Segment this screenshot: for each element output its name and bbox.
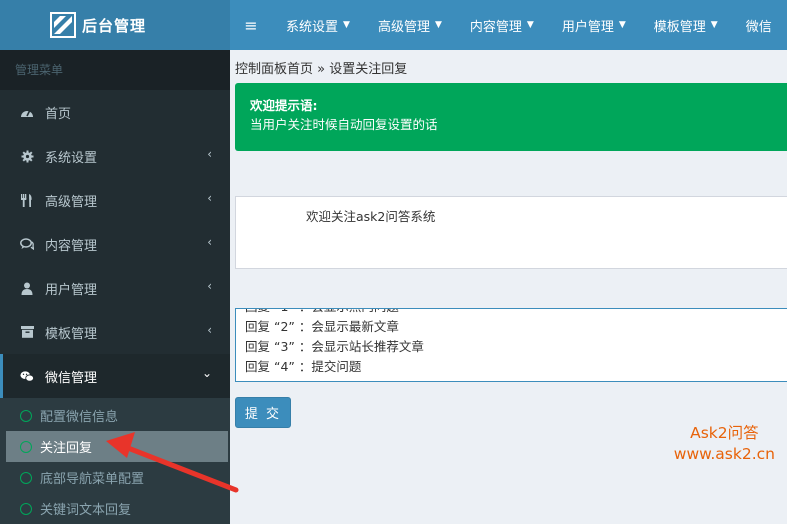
watermark-line1: Ask2问答 <box>690 424 759 442</box>
sidebar-item-label: 用户管理 <box>45 282 98 298</box>
watermark-line2: www.ask2.cn <box>673 445 775 463</box>
nav-label: 高级管理 <box>377 19 430 35</box>
nav-users[interactable]: 用户管理 ▼ <box>548 0 640 50</box>
textarea-content: 回复 “1” ：会显示热门问题 回复 “2” ：会显示最新文章 回复 “3” ：… <box>245 309 785 377</box>
wechat-icon <box>20 370 34 383</box>
sidebar-item-label: 内容管理 <box>45 238 98 254</box>
wechat-submenu: 配置微信信息 关注回复 底部导航菜单配置 关键词文本回复 <box>0 398 230 524</box>
textarea-line: 回复 “3” ：会显示站长推荐文章 <box>245 339 424 354</box>
sidebar-item-content[interactable]: 内容管理 ‹ <box>0 222 230 266</box>
sidebar-toggle-button[interactable]: ≡ <box>230 0 272 50</box>
archive-icon <box>20 326 34 338</box>
submit-button[interactable]: 提 交 <box>235 397 291 428</box>
sidebar-item-label: 首页 <box>45 106 72 122</box>
sidebar-item-system-settings[interactable]: 系统设置 ‹ <box>0 134 230 178</box>
sidebar-item-label: 模板管理 <box>45 326 98 342</box>
circle-icon <box>20 471 32 484</box>
logo-icon <box>50 12 76 38</box>
caret-down-icon: ▼ <box>434 20 442 30</box>
nav-templates[interactable]: 模板管理 ▼ <box>640 0 732 50</box>
nav-label: 用户管理 <box>561 19 614 35</box>
sidebar-item-label: 高级管理 <box>45 194 98 210</box>
sidebar-item-advanced[interactable]: 高级管理 ‹ <box>0 178 230 222</box>
alert-title: 欢迎提示语: <box>250 98 318 113</box>
caret-down-icon: ▼ <box>710 20 718 30</box>
sidebar-item-users[interactable]: 用户管理 ‹ <box>0 266 230 310</box>
sidebar-item-home[interactable]: 首页 <box>0 90 230 134</box>
user-icon <box>20 282 34 295</box>
sidebar-item-templates[interactable]: 模板管理 ‹ <box>0 310 230 354</box>
sidebar-subitem-label: 关键词文本回复 <box>40 503 132 518</box>
sidebar-subitem-bottom-menu[interactable]: 底部导航菜单配置 <box>0 462 230 493</box>
welcome-alert: 欢迎提示语: 当用户关注时候自动回复设置的话 <box>235 83 787 151</box>
nav-label: 微信 <box>745 19 772 35</box>
nav-wechat[interactable]: 微信 <box>732 0 786 50</box>
nav-label: 系统设置 <box>286 19 339 35</box>
nav-advanced[interactable]: 高级管理 ▼ <box>364 0 456 50</box>
nav-content[interactable]: 内容管理 ▼ <box>456 0 548 50</box>
sidebar-subitem-keyword-reply[interactable]: 关键词文本回复 <box>0 493 230 524</box>
sidebar-subitem-label: 配置微信信息 <box>40 410 119 425</box>
sidebar-header: 管理菜单 <box>0 50 230 90</box>
gear-icon <box>20 150 34 163</box>
logo[interactable]: 后台管理 <box>0 0 230 50</box>
sidebar: 管理菜单 首页 系统设置 ‹ 高级管理 ‹ 内容管理 ‹ 用户管理 ‹ 模板管理… <box>0 50 230 524</box>
logo-text: 后台管理 <box>82 16 147 35</box>
hamburger-icon: ≡ <box>244 15 258 35</box>
chevron-left-icon: ‹ <box>207 147 212 161</box>
caret-down-icon: ▼ <box>526 20 534 30</box>
sidebar-item-label: 系统设置 <box>45 150 98 166</box>
sidebar-subitem-label: 底部导航菜单配置 <box>40 472 145 487</box>
chevron-down-icon: ⌄ <box>201 366 212 380</box>
chevron-left-icon: ‹ <box>207 323 212 337</box>
dashboard-icon <box>20 106 34 118</box>
chevron-left-icon: ‹ <box>207 279 212 293</box>
sidebar-item-wechat[interactable]: 微信管理 ⌄ <box>0 354 230 398</box>
top-navbar: ≡ 系统设置 ▼ 高级管理 ▼ 内容管理 ▼ 用户管理 ▼ 模板管理 ▼ 微信 <box>230 0 787 50</box>
chevron-left-icon: ‹ <box>207 191 212 205</box>
sidebar-subitem-wechat-config[interactable]: 配置微信信息 <box>0 400 230 431</box>
reply-textarea[interactable]: 回复 “1” ：会显示热门问题 回复 “2” ：会显示最新文章 回复 “3” ：… <box>235 308 787 382</box>
sidebar-subitem-follow-reply[interactable]: 关注回复 <box>6 431 228 462</box>
alert-body: 当用户关注时候自动回复设置的话 <box>250 117 438 132</box>
circle-icon <box>20 440 32 453</box>
comments-icon <box>20 238 34 250</box>
textarea-line: 回复 “4” ：提交问题 <box>245 359 362 374</box>
breadcrumb: 控制面板首页 » 设置关注回复 <box>235 62 408 77</box>
caret-down-icon: ▼ <box>343 20 350 30</box>
textarea-line: 回复 “2” ：会显示最新文章 <box>245 319 399 334</box>
nav-label: 内容管理 <box>469 19 522 35</box>
circle-icon <box>20 409 32 422</box>
textarea-line: 回复 “1” ：会显示热门问题 <box>245 309 785 317</box>
nav-label: 模板管理 <box>653 19 706 35</box>
chevron-left-icon: ‹ <box>207 235 212 249</box>
watermark: Ask2问答 www.ask2.cn <box>674 423 775 465</box>
sidebar-item-label: 微信管理 <box>45 370 98 386</box>
caret-down-icon: ▼ <box>618 20 626 30</box>
welcome-message-editor[interactable]: 欢迎关注ask2问答系统 <box>235 196 787 269</box>
editor-text: 欢迎关注ask2问答系统 <box>306 209 436 224</box>
nav-system-settings[interactable]: 系统设置 ▼ <box>272 0 364 50</box>
sidebar-subitem-label: 关注回复 <box>40 441 93 456</box>
circle-icon <box>20 502 32 515</box>
cutlery-icon <box>20 193 34 207</box>
